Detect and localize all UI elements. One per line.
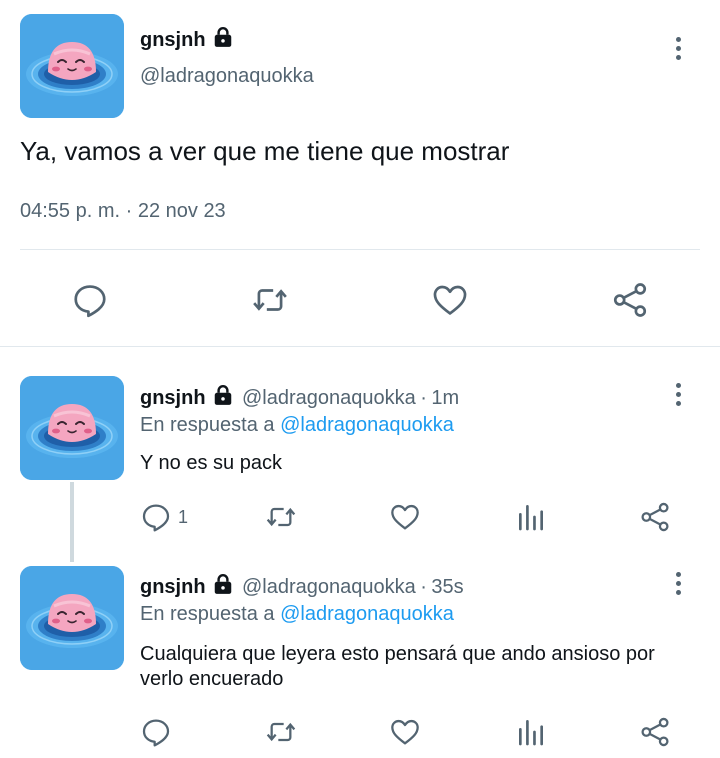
- thread-line: [70, 482, 74, 562]
- reply-display-name[interactable]: gnsjnh: [140, 387, 206, 409]
- like-icon[interactable]: [430, 280, 470, 320]
- views-icon[interactable]: [514, 500, 548, 534]
- lock-icon: [212, 384, 234, 406]
- lock-icon: [212, 26, 234, 48]
- reply-time[interactable]: 1m: [431, 387, 459, 409]
- main-avatar[interactable]: [20, 14, 124, 118]
- reply-icon: [140, 501, 172, 533]
- more-options-icon[interactable]: [666, 37, 690, 60]
- reply-avatar[interactable]: [20, 566, 124, 670]
- mention-link[interactable]: @ladragonaquokka: [280, 414, 454, 436]
- lock-icon: [212, 573, 234, 595]
- in-reply-to: En respuesta a @ladragonaquokka: [140, 414, 454, 437]
- reply-icon[interactable]: [70, 280, 110, 320]
- share-icon[interactable]: [610, 280, 650, 320]
- reply-time[interactable]: 35s: [431, 576, 463, 598]
- retweet-icon[interactable]: [264, 500, 298, 534]
- more-options-icon[interactable]: [666, 572, 690, 595]
- reply-avatar[interactable]: [20, 376, 124, 480]
- more-options-icon[interactable]: [666, 383, 690, 406]
- divider: [0, 346, 720, 347]
- separator: ·: [420, 387, 427, 409]
- divider: [20, 249, 700, 250]
- reply-count: 1: [178, 506, 189, 527]
- main-tweet-text: Ya, vamos a ver que me tiene que mostrar: [20, 136, 510, 166]
- views-icon[interactable]: [514, 715, 548, 749]
- in-reply-prefix: En respuesta a: [140, 603, 275, 625]
- reply-display-name[interactable]: gnsjnh: [140, 576, 206, 598]
- separator: ·: [420, 576, 427, 598]
- in-reply-prefix: En respuesta a: [140, 414, 275, 436]
- share-icon[interactable]: [638, 715, 672, 749]
- reply-handle[interactable]: @ladragonaquokka: [242, 387, 416, 409]
- reply-author-row: gnsjnh @ladragonaquokka · 35s: [140, 573, 464, 599]
- retweet-icon[interactable]: [250, 280, 290, 320]
- reply-text: Y no es su pack: [140, 452, 282, 474]
- share-icon[interactable]: [638, 500, 672, 534]
- reply-button[interactable]: 1: [140, 500, 188, 534]
- like-icon[interactable]: [388, 500, 422, 534]
- like-icon[interactable]: [388, 715, 422, 749]
- retweet-icon[interactable]: [264, 715, 298, 749]
- reply-text: Cualquiera que leyera esto pensará que a…: [140, 643, 655, 690]
- reply-button[interactable]: [140, 715, 172, 749]
- mention-link[interactable]: @ladragonaquokka: [280, 603, 454, 625]
- in-reply-to: En respuesta a @ladragonaquokka: [140, 603, 454, 626]
- main-author-row: gnsjnh: [140, 26, 234, 52]
- reply-author-row: gnsjnh @ladragonaquokka · 1m: [140, 384, 459, 410]
- reply-handle[interactable]: @ladragonaquokka: [242, 576, 416, 598]
- main-timestamp[interactable]: 04:55 p. m. · 22 nov 23: [20, 200, 226, 223]
- reply-icon: [140, 716, 172, 748]
- main-display-name[interactable]: gnsjnh: [140, 29, 206, 51]
- main-handle[interactable]: @ladragonaquokka: [140, 65, 314, 88]
